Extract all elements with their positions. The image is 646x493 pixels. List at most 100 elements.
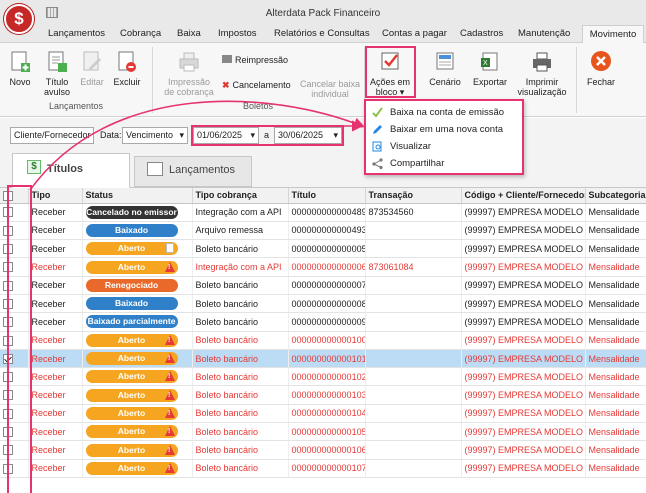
fechar-button[interactable]: Fechar — [584, 50, 618, 87]
cell-transacao: 873534560 — [365, 203, 462, 222]
status-badge: Aberto — [85, 260, 178, 274]
table-row[interactable]: ReceberAberto Boleto bancário000000000000… — [0, 239, 646, 259]
imprimir-visualizacao-button[interactable]: Imprimir visualização — [516, 50, 568, 97]
tab-contas-pagar[interactable]: Contas a pagar — [382, 28, 447, 39]
cell-tipo-cobranca: Integração com a API — [192, 257, 289, 277]
cell-tipo: Receber — [28, 239, 83, 259]
money-icon: $ — [27, 160, 41, 174]
table-row[interactable]: Receber Renegociado Boleto bancário 0000000… — [0, 276, 646, 295]
cell-titulo: 000000000000104 — [288, 404, 366, 424]
tab-lancamentos[interactable]: Lançamentos — [48, 28, 105, 39]
cell-tipo-cobranca: Boleto bancário — [192, 404, 289, 424]
cell-transacao — [365, 422, 462, 442]
cell-transacao — [365, 239, 462, 259]
status-badge: Aberto — [85, 388, 178, 402]
document-icon — [165, 243, 174, 254]
cell-transacao — [365, 440, 462, 460]
table-row[interactable]: Receber Baixado Boleto bancário 00000000000… — [0, 294, 646, 314]
group-label-lancamentos: Lançamentos — [48, 101, 104, 111]
cell-cliente: (99997) EMPRESA MODELO SIMPL — [461, 312, 586, 332]
status-badge: Renegociado — [85, 278, 178, 292]
table-row[interactable]: Receber Baixado Arquivo remessa 00000000000… — [0, 221, 646, 241]
table-row[interactable]: ReceberAberto Boleto bancário000000000000… — [0, 331, 646, 350]
cell-cliente: (99997) EMPRESA MODELO SIMPL — [461, 385, 586, 405]
col-header-subcategoria[interactable]: Subcategoria — [585, 188, 646, 204]
warning-icon — [164, 462, 175, 473]
menu-item-baixa-conta-emissao[interactable]: Baixa na conta de emissão — [390, 107, 504, 118]
col-header-tipo-cobranca[interactable]: Tipo cobrança — [192, 188, 289, 204]
cell-titulo: 000000000000107 — [288, 459, 366, 478]
menu-item-baixar-nova-conta[interactable]: Baixar em uma nova conta — [390, 124, 503, 135]
cell-titulo: 000000000000100 — [288, 331, 366, 350]
cell-tipo-cobranca: Arquivo remessa — [192, 221, 289, 241]
cell-cliente: (99997) EMPRESA MODELO SIMPL — [461, 294, 586, 314]
cell-transacao — [365, 404, 462, 424]
tab-impostos[interactable]: Impostos — [218, 28, 257, 39]
tab-movimento[interactable]: Movimento — [582, 25, 644, 44]
cell-tipo: Receber — [28, 404, 83, 424]
cell-titulo: 000000000000101 — [288, 349, 366, 369]
titulo-avulso-button[interactable]: Título avulso — [40, 50, 74, 97]
table-row[interactable]: ReceberAberto Boleto bancário000000000000… — [0, 367, 646, 387]
impressao-cobranca-button[interactable]: Impressão de cobrança — [160, 50, 218, 97]
exportar-button[interactable]: X Exportar — [470, 50, 510, 87]
excluir-button[interactable]: Excluir — [112, 50, 142, 87]
col-header-titulo[interactable]: Título — [288, 188, 366, 204]
cell-status: Aberto — [82, 459, 193, 478]
cliente-fornecedor-button[interactable]: Cliente/Fornecedor — [10, 127, 94, 144]
cancelamento-button[interactable]: ✖ Cancelamento — [222, 80, 296, 90]
table-row[interactable]: ReceberAberto Integração com a API0000000… — [0, 257, 646, 277]
menu-item-visualizar[interactable]: Visualizar — [390, 141, 431, 152]
cell-cliente: (99997) EMPRESA MODELO SIMPL — [461, 440, 586, 460]
editar-button[interactable]: Editar — [78, 50, 106, 87]
novo-button[interactable]: Novo — [7, 50, 33, 87]
table-row[interactable]: Receber Baixado parcialmente Boleto bancár… — [0, 312, 646, 332]
cell-tipo-cobranca: Boleto bancário — [192, 422, 289, 442]
tab-titulos[interactable]: $ Títulos — [12, 153, 130, 188]
table-row[interactable]: ReceberAberto Boleto bancário000000000000… — [0, 459, 646, 478]
cell-tipo: Receber — [28, 221, 83, 241]
reimpressao-button[interactable]: Reimpressão — [222, 55, 292, 65]
tab-cobranca[interactable]: Cobrança — [120, 28, 161, 39]
tab-baixa[interactable]: Baixa — [177, 28, 201, 39]
cell-status: Aberto — [82, 331, 193, 350]
table-row[interactable]: ReceberAberto Boleto bancário000000000000… — [0, 440, 646, 460]
titles-table: Tipo Status Tipo cobrança Título Transaç… — [0, 188, 646, 493]
cell-titulo: 000000000000009 — [288, 312, 366, 332]
status-badge: Aberto — [85, 352, 178, 366]
menu-item-compartilhar[interactable]: Compartilhar — [390, 158, 444, 169]
tab-manutencao[interactable]: Manutenção — [518, 28, 570, 39]
cell-cliente: (99997) EMPRESA MODELO SIMPL — [461, 367, 586, 387]
cell-transacao — [365, 385, 462, 405]
col-header-transacao[interactable]: Transação — [365, 188, 462, 204]
cell-tipo: Receber — [28, 203, 83, 222]
col-header-cliente[interactable]: Código + Cliente/Fornecedor — [461, 188, 586, 204]
table-row[interactable]: Receber Cancelado no emissor Integração co… — [0, 203, 646, 222]
tab-lancamentos-grid[interactable]: Lançamentos — [134, 156, 252, 187]
table-row[interactable]: ReceberAberto Boleto bancário000000000000… — [0, 385, 646, 405]
table-row[interactable]: ReceberAberto Boleto bancário000000000000… — [0, 404, 646, 424]
col-header-tipo[interactable]: Tipo — [28, 188, 83, 204]
cenario-button[interactable]: Cenário — [428, 50, 462, 87]
warning-icon — [164, 444, 175, 455]
tab-cadastros[interactable]: Cadastros — [460, 28, 503, 39]
cell-subcategoria: Mensalidade — [585, 404, 646, 424]
x-icon: ✖ — [222, 80, 230, 90]
tab-relatorios[interactable]: Relatórios e Consultas — [274, 28, 370, 39]
date-type-select[interactable]: Vencimento ▾ — [122, 127, 188, 144]
table-row[interactable]: ReceberAberto Boleto bancário000000000000… — [0, 349, 646, 369]
cancelar-baixa-button[interactable]: Cancelar baixa individual — [298, 79, 362, 99]
cell-tipo-cobranca: Boleto bancário — [192, 239, 289, 259]
scenario-icon — [434, 50, 456, 74]
cell-titulo: 000000000000106 — [288, 440, 366, 460]
highlight-checkbox-column — [7, 185, 32, 493]
cell-tipo: Receber — [28, 440, 83, 460]
table-row[interactable]: ReceberAberto Boleto bancário000000000000… — [0, 422, 646, 442]
cell-subcategoria: Mensalidade — [585, 459, 646, 478]
cell-subcategoria: Mensalidade — [585, 367, 646, 387]
cell-status: Baixado — [82, 294, 193, 314]
delete-document-icon — [116, 50, 138, 74]
col-header-status[interactable]: Status — [82, 188, 193, 204]
app-logo-icon[interactable]: $ — [4, 4, 34, 34]
cell-titulo: 000000000000005 — [288, 239, 366, 259]
